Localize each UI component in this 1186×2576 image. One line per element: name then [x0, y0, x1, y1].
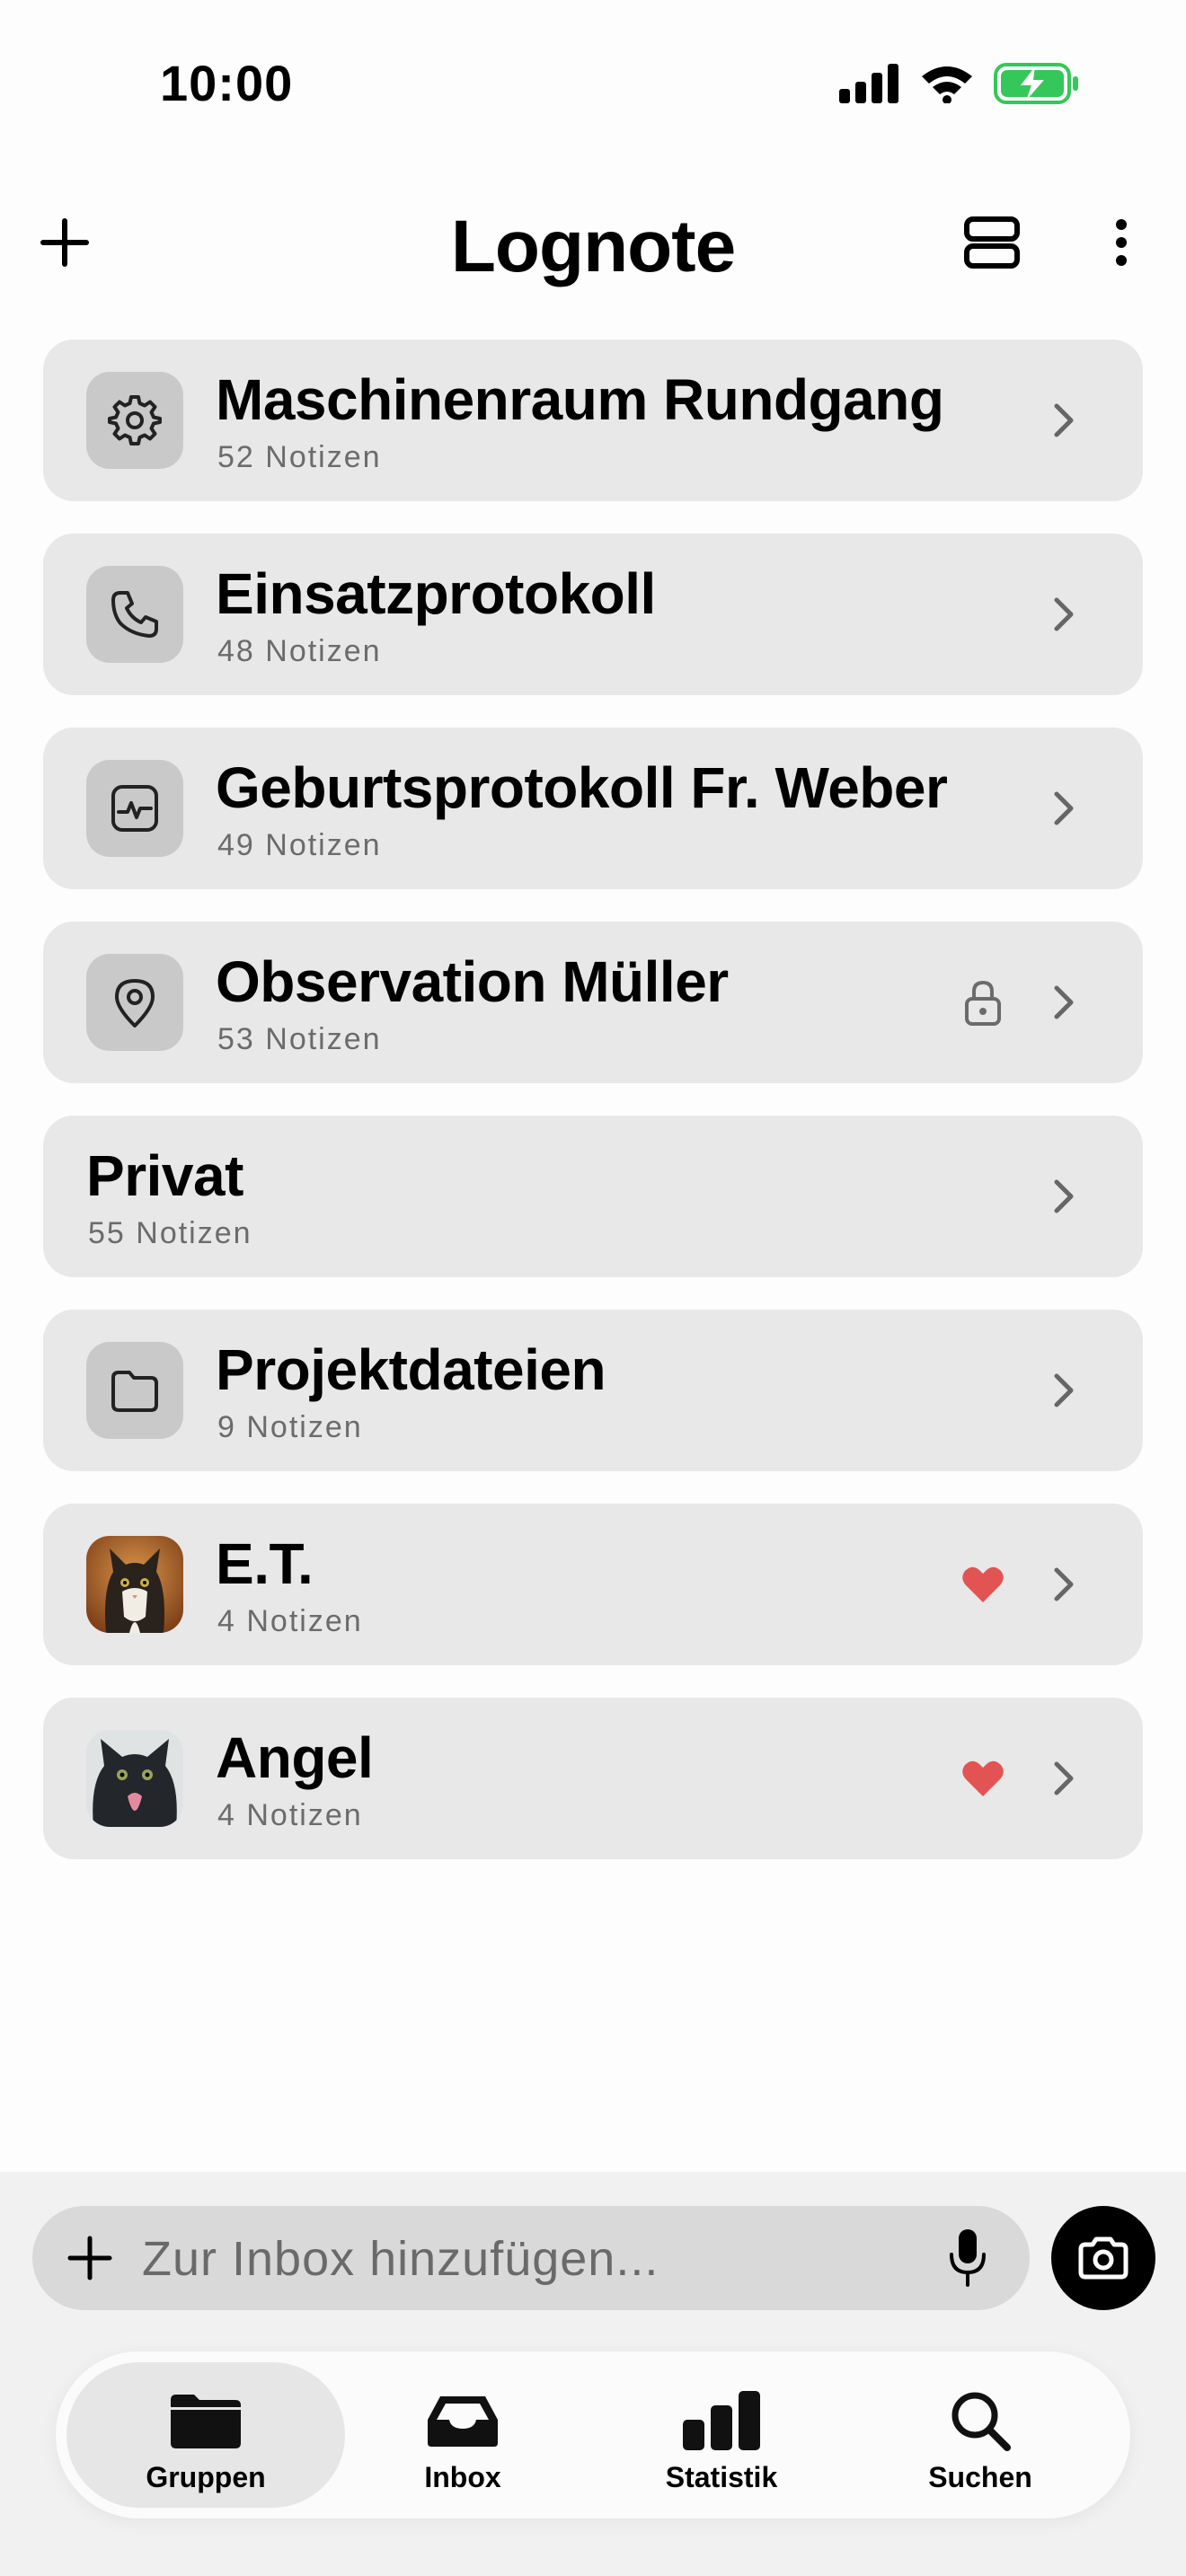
folder-icon — [111, 1371, 158, 1412]
tab-bar: Gruppen Inbox Statistik Suchen — [56, 2351, 1130, 2519]
heart-icon — [962, 1760, 1004, 1796]
group-card-einsatzprotokoll[interactable]: Einsatzprotokoll 48 Notizen — [43, 534, 1143, 695]
bar-chart-icon — [683, 2391, 760, 2450]
group-title: Geburtsprotokoll Fr. Weber — [216, 755, 948, 820]
heart-icon — [962, 1566, 1004, 1602]
inbox-tray-icon — [428, 2396, 498, 2447]
group-title: E.T. — [216, 1531, 314, 1596]
group-card-projektdateien[interactable]: Projektdateien 9 Notizen — [43, 1310, 1143, 1471]
camera-icon — [1078, 2236, 1128, 2280]
tab-label: Statistik — [665, 2461, 778, 2493]
group-title: Observation Müller — [216, 949, 729, 1014]
tab-label: Inbox — [424, 2461, 501, 2493]
microphone-icon[interactable] — [949, 2228, 987, 2289]
chevron-right-icon — [1054, 985, 1074, 1019]
group-note-count: 48 Notizen — [217, 634, 382, 668]
chevron-right-icon — [1054, 403, 1074, 437]
chevron-right-icon — [1054, 1567, 1074, 1601]
group-icon-container — [86, 1342, 183, 1439]
group-note-count: 55 Notizen — [88, 1216, 252, 1250]
app-header: Lognote — [0, 189, 1186, 296]
group-icon-container — [86, 372, 183, 469]
chevron-right-icon — [1054, 1761, 1074, 1795]
group-note-count: 4 Notizen — [217, 1798, 363, 1832]
tab-gruppen[interactable]: Gruppen — [66, 2362, 345, 2508]
gear-icon — [108, 395, 162, 446]
group-card-angel[interactable]: Angel 4 Notizen — [43, 1698, 1143, 1859]
status-bar: 10:00 — [0, 0, 1186, 171]
camera-button[interactable] — [1051, 2206, 1155, 2310]
group-note-count: 52 Notizen — [217, 440, 382, 474]
group-card-et[interactable]: E.T. 4 Notizen — [43, 1504, 1143, 1665]
group-note-count: 9 Notizen — [217, 1410, 363, 1444]
inbox-composer — [32, 2206, 1030, 2310]
group-icon-container — [86, 566, 183, 663]
group-card-observation-mueller[interactable]: Observation Müller 53 Notizen — [43, 922, 1143, 1083]
wifi-icon — [922, 66, 972, 103]
cat-photo-avatar — [86, 1730, 183, 1827]
battery-charging-icon — [994, 63, 1078, 104]
group-note-count: 53 Notizen — [217, 1022, 382, 1056]
lock-icon — [965, 980, 1001, 1026]
group-title: Projektdateien — [216, 1337, 606, 1402]
phone-icon — [111, 591, 158, 638]
tab-inbox[interactable]: Inbox — [323, 2362, 602, 2508]
chevron-right-icon — [1054, 597, 1074, 631]
group-title: Privat — [86, 1143, 243, 1208]
group-list: Maschinenraum Rundgang 52 Notizen Einsat… — [43, 340, 1143, 1892]
group-note-count: 4 Notizen — [217, 1604, 363, 1638]
status-icons — [839, 63, 1080, 104]
group-card-geburtsprotokoll[interactable]: Geburtsprotokoll Fr. Weber 49 Notizen — [43, 728, 1143, 889]
chevron-right-icon — [1054, 1373, 1074, 1407]
tab-suchen[interactable]: Suchen — [841, 2362, 1120, 2508]
tab-statistik[interactable]: Statistik — [582, 2362, 861, 2508]
bottom-area: Gruppen Inbox Statistik — [0, 2172, 1186, 2576]
folder-icon — [171, 2395, 241, 2448]
cellular-signal-icon — [839, 64, 898, 103]
heart-monitor-icon — [111, 785, 158, 832]
group-title: Einsatzprotokoll — [216, 561, 656, 626]
location-pin-icon — [115, 979, 155, 1028]
plus-icon[interactable] — [65, 2233, 115, 2283]
group-note-count: 49 Notizen — [217, 828, 382, 862]
more-vertical-icon[interactable] — [1103, 214, 1139, 271]
chevron-right-icon — [1054, 791, 1074, 825]
group-icon-container — [86, 954, 183, 1051]
tab-label: Suchen — [928, 2461, 1032, 2493]
list-layout-icon[interactable] — [963, 214, 1021, 271]
status-time: 10:00 — [160, 55, 294, 111]
search-icon — [951, 2392, 1011, 2451]
inbox-input[interactable] — [140, 2222, 952, 2296]
group-card-maschinenraum[interactable]: Maschinenraum Rundgang 52 Notizen — [43, 340, 1143, 501]
tab-label: Gruppen — [146, 2461, 266, 2493]
group-title: Angel — [216, 1725, 374, 1790]
group-icon-container — [86, 760, 183, 857]
chevron-right-icon — [1054, 1179, 1074, 1213]
group-title: Maschinenraum Rundgang — [216, 367, 944, 432]
group-card-privat[interactable]: Privat 55 Notizen — [43, 1116, 1143, 1277]
cat-photo-avatar — [86, 1536, 183, 1633]
